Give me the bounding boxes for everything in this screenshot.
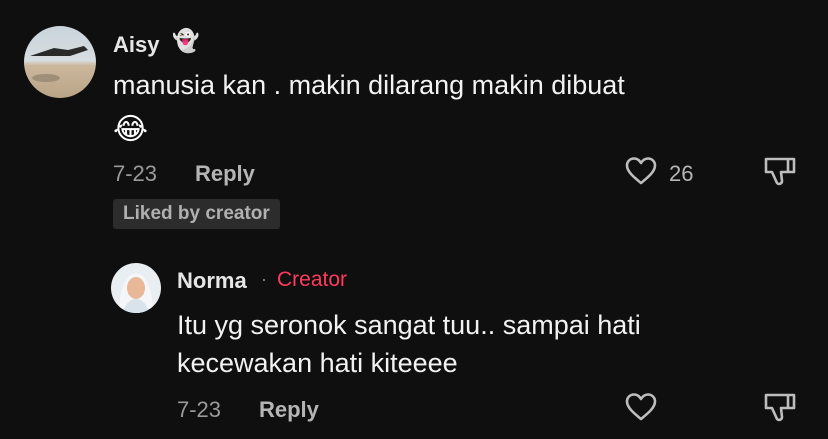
reply-text-line1: Itu yg seronok sangat tuu.. sampai hati: [177, 310, 641, 340]
thumbs-down-icon[interactable]: [763, 391, 797, 423]
heart-outline-icon[interactable]: [624, 156, 658, 186]
reply-button[interactable]: Reply: [195, 161, 255, 187]
reply-date: 7-23: [177, 397, 222, 422]
liked-by-creator-badge: Liked by creator: [113, 199, 280, 229]
ghost-emoji: 👻: [172, 28, 200, 53]
reply-author-name[interactable]: Norma: [177, 268, 247, 294]
thumbs-down-icon[interactable]: [763, 155, 797, 187]
creator-label: Creator: [277, 268, 348, 291]
avatar-norma[interactable]: [111, 263, 161, 313]
name-separator: ·: [261, 269, 267, 289]
comment-text: manusia kan . makin dilarang makin dibua…: [113, 70, 625, 100]
comment-date: 7-23: [113, 161, 158, 186]
reply-text-line2: kecewakan hati kiteeee: [177, 348, 458, 378]
laughing-emoji: 😂: [113, 113, 149, 146]
comment-author-name[interactable]: Aisy: [113, 32, 159, 58]
avatar-aisy[interactable]: [24, 26, 96, 98]
reply-button[interactable]: Reply: [259, 397, 319, 423]
like-count: 26: [669, 161, 694, 186]
heart-outline-icon[interactable]: [624, 392, 658, 422]
